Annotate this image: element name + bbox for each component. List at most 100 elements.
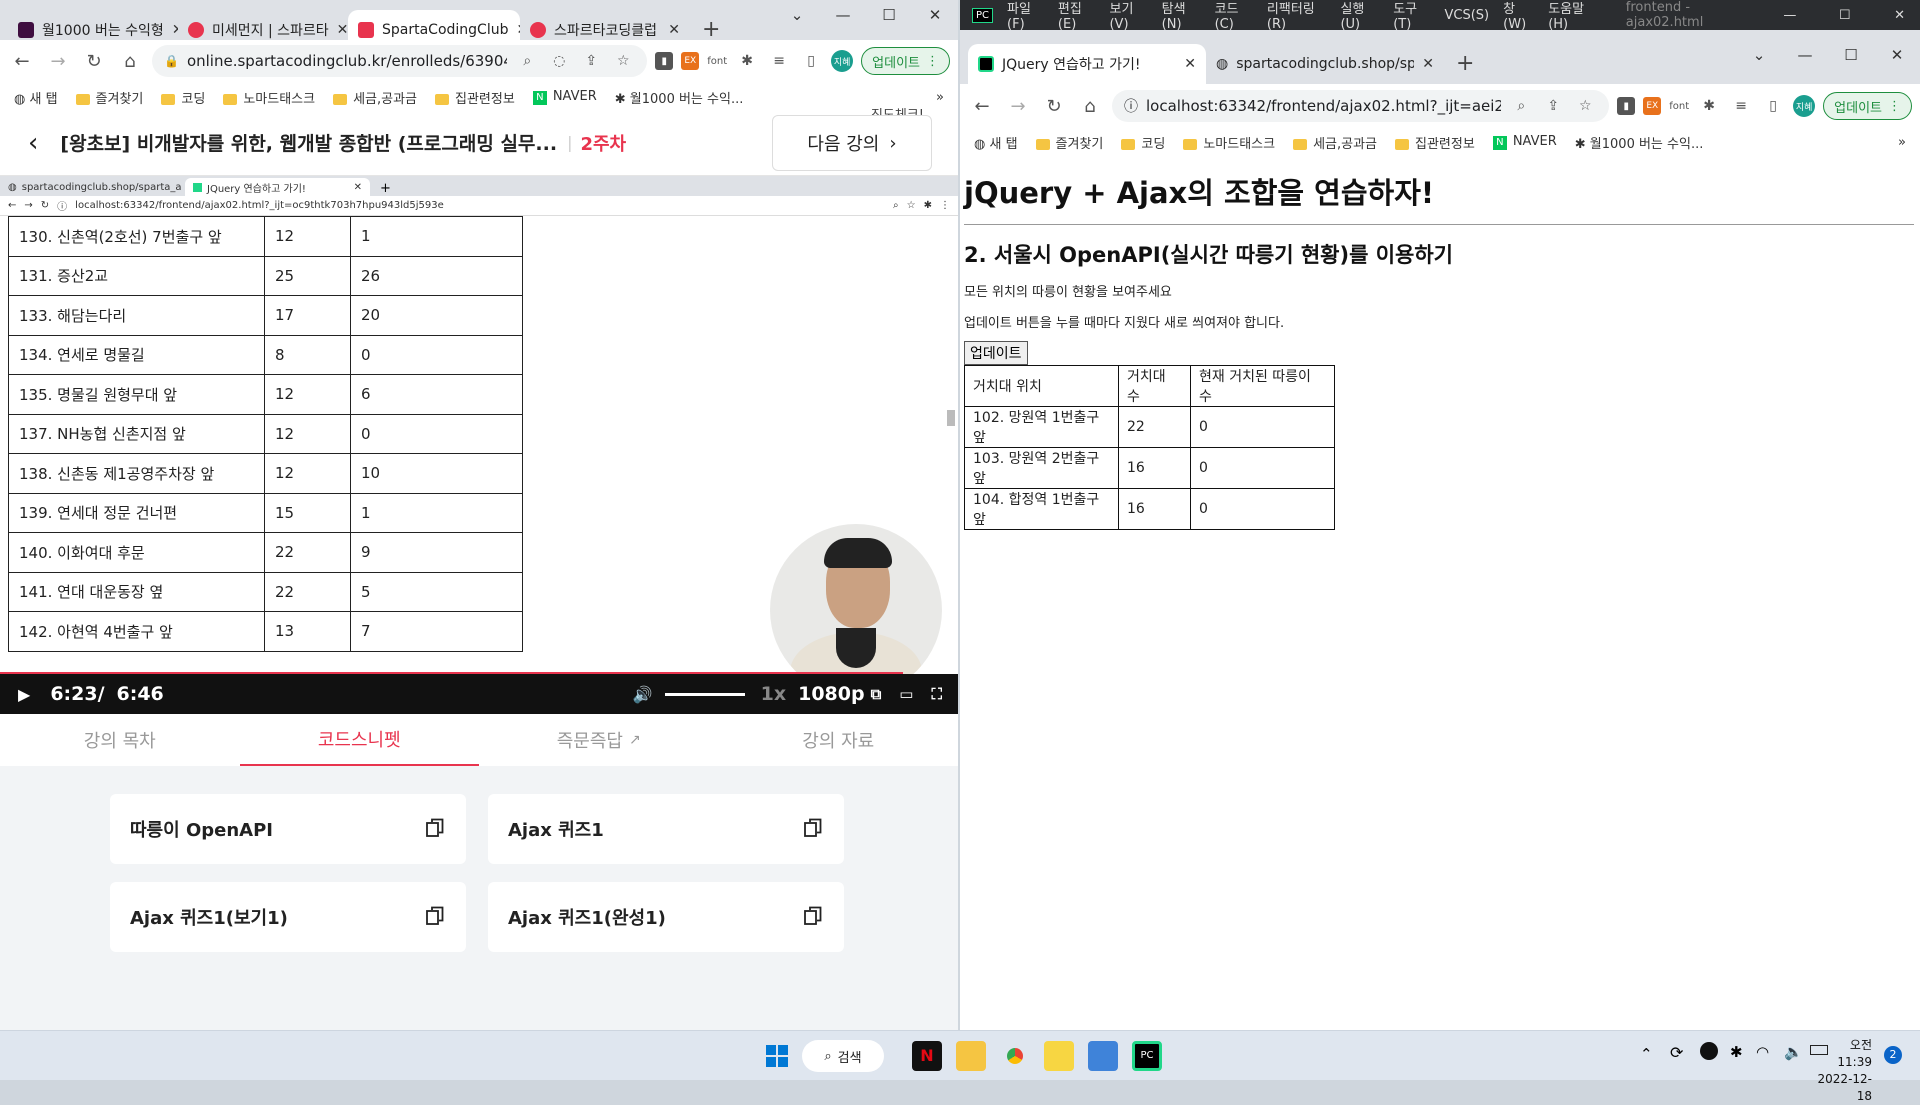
bookmark-tax[interactable]: 세금,공과금 (333, 88, 417, 107)
menu-help[interactable]: 도움말(H) (1548, 0, 1598, 32)
bookmark-newtab[interactable]: ◍ 새 탭 (974, 133, 1018, 152)
subtitle-icon[interactable]: ⧉ (871, 685, 882, 703)
tab-qna[interactable]: 즉문즉답 ↗ (479, 714, 719, 766)
speed-label[interactable]: 1x (761, 683, 786, 705)
more-bookmarks-icon[interactable]: » (1898, 135, 1906, 150)
pycharm-taskbar-icon[interactable]: PC (1132, 1041, 1162, 1071)
app-tray-icon[interactable] (1700, 1042, 1718, 1060)
bookmark-coding[interactable]: 코딩 (1121, 133, 1165, 152)
font-extension-label[interactable]: font (1669, 101, 1689, 112)
update-button[interactable]: 업데이트 ⋮ (1823, 92, 1912, 120)
menu-view[interactable]: 보기(V) (1109, 0, 1147, 32)
tab-code-snippet[interactable]: 코드스니펫 (239, 714, 479, 766)
home-icon[interactable]: ⌂ (116, 51, 144, 72)
reload-icon[interactable]: ↻ (80, 51, 108, 72)
zoom-icon[interactable]: ⌕ (515, 49, 539, 73)
taskbar-search[interactable]: ⌕ 검색 (802, 1040, 884, 1072)
minimize-icon[interactable]: — (1782, 40, 1828, 70)
zoom-icon[interactable]: ⌕ (1509, 94, 1533, 118)
back-icon[interactable]: ← (968, 96, 996, 117)
copy-icon[interactable] (426, 818, 444, 838)
snippet-card-1[interactable]: Ajax 퀴즈1 (488, 794, 844, 864)
chrome-icon[interactable] (1000, 1041, 1030, 1071)
ide-close-icon[interactable]: ✕ (1879, 8, 1920, 23)
bookmark-house[interactable]: 집관련정보 (435, 88, 515, 107)
bookmark-favorites[interactable]: 즐겨찾기 (1035, 133, 1103, 152)
bookmark-naver[interactable]: N NAVER (532, 89, 597, 105)
play-icon[interactable]: ▶ (18, 685, 30, 704)
bookmark-house[interactable]: 집관련정보 (1395, 133, 1475, 152)
bookmark-naver[interactable]: N NAVER (1492, 134, 1557, 150)
reading-list-icon[interactable]: ≡ (1729, 94, 1753, 118)
share-icon[interactable]: ⇪ (1541, 94, 1565, 118)
home-icon[interactable]: ⌂ (1076, 96, 1104, 117)
snippet-card-3[interactable]: Ajax 퀴즈1(완성1) (488, 882, 844, 952)
bookmark-nomad[interactable]: 노마드태스크 (223, 88, 315, 107)
snippet-card-0[interactable]: 따릉이 OpenAPI (110, 794, 466, 864)
bookmark-newtab[interactable]: ◍ 새 탭 (14, 88, 58, 107)
bluetooth-icon[interactable]: ✱ (1730, 1043, 1743, 1061)
chevron-down-icon[interactable]: ⌄ (774, 0, 820, 30)
back-chevron-icon[interactable]: ‹ (28, 128, 38, 158)
snippet-card-2[interactable]: Ajax 퀴즈1(보기1) (110, 882, 466, 952)
file-explorer-icon[interactable] (956, 1041, 986, 1071)
next-lecture-button[interactable]: 다음 강의 › (772, 115, 932, 171)
copy-icon[interactable] (426, 906, 444, 926)
bookmark-nomad[interactable]: 노마드태스크 (1183, 133, 1275, 152)
share-icon[interactable]: ⇪ (579, 49, 603, 73)
sidepanel-icon[interactable]: ▯ (1761, 94, 1785, 118)
quality-label[interactable]: 1080p (798, 683, 864, 705)
profile-avatar[interactable]: 지혜 (831, 50, 854, 72)
chevron-down-icon[interactable]: ⌄ (1736, 40, 1782, 70)
menu-run[interactable]: 실행(U) (1340, 0, 1379, 32)
font-extension-label[interactable]: font (707, 56, 727, 67)
sidepanel-icon[interactable]: ▯ (799, 49, 823, 73)
reading-list-icon[interactable]: ≡ (767, 49, 791, 73)
menu-navigate[interactable]: 탐색(N) (1162, 0, 1201, 32)
notepad-icon[interactable] (1088, 1041, 1118, 1071)
bookmark-favorites[interactable]: 즐겨찾기 (75, 88, 143, 107)
menu-vcs[interactable]: VCS(S) (1445, 8, 1490, 23)
close-icon[interactable]: ✕ (1422, 56, 1434, 72)
volume-icon[interactable]: 🔊 (633, 685, 653, 704)
volume-icon[interactable]: 🔈 (1784, 1043, 1803, 1061)
video-player[interactable]: ◍spartacodingclub.shop/sparta_a✕ JQuery … (0, 176, 958, 714)
back-icon[interactable]: ← (8, 51, 36, 72)
close-icon[interactable]: ✕ (1184, 56, 1196, 72)
forward-icon[interactable]: → (1004, 96, 1032, 117)
extension-icon[interactable]: ▮ (1617, 97, 1636, 115)
menu-window[interactable]: 창(W) (1503, 0, 1534, 32)
bookmark-slack[interactable]: ✱ 월1000 버는 수익... (1575, 133, 1704, 152)
fullscreen-icon[interactable]: ⛶ (931, 685, 942, 703)
tab-materials[interactable]: 강의 자료 (719, 714, 959, 766)
puzzle-icon[interactable]: ✱ (735, 49, 759, 73)
menu-edit[interactable]: 편집(E) (1058, 0, 1096, 32)
bookmark-coding[interactable]: 코딩 (161, 88, 205, 107)
menu-file[interactable]: 파일(F) (1007, 0, 1044, 32)
close-icon[interactable]: ✕ (668, 22, 680, 38)
url-field[interactable]: 🔒 online.spartacodingclub.kr/enrolleds/6… (152, 45, 648, 77)
windows-start-icon[interactable] (762, 1041, 792, 1071)
notification-badge[interactable]: 2 (1884, 1046, 1902, 1064)
star-icon[interactable]: ☆ (1573, 94, 1597, 118)
tab-toc[interactable]: 강의 목차 (0, 714, 240, 766)
right-tab-0[interactable]: JQuery 연습하고 가기! ✕ (968, 44, 1206, 84)
ide-maximize-icon[interactable]: ☐ (1824, 8, 1865, 23)
close-window-icon[interactable]: ✕ (1874, 40, 1920, 70)
miniplayer-icon[interactable]: ▭ (899, 685, 913, 703)
netflix-icon[interactable]: N (912, 1041, 942, 1071)
ex-extension-icon[interactable]: EX (1643, 97, 1662, 115)
right-tab-1[interactable]: ◍ spartacodingclub.shop/sparta_a ✕ (1206, 44, 1444, 84)
new-tab-icon[interactable]: + (1444, 44, 1486, 84)
close-window-icon[interactable]: ✕ (912, 0, 958, 30)
forward-icon[interactable]: → (44, 51, 72, 72)
extension-icon[interactable]: ▮ (655, 52, 674, 70)
close-icon[interactable]: ✕ (337, 22, 348, 38)
puzzle-icon[interactable]: ✱ (1697, 94, 1721, 118)
ex-extension-icon[interactable]: EX (681, 52, 700, 70)
bookmark-slack[interactable]: ✱ 월1000 버는 수익... (615, 88, 744, 107)
maximize-icon[interactable]: ☐ (1828, 40, 1874, 70)
tray-chevron-icon[interactable]: ⌃ (1640, 1045, 1653, 1063)
hide-icon[interactable]: ◌ (547, 49, 571, 73)
ide-minimize-icon[interactable]: — (1769, 8, 1810, 23)
